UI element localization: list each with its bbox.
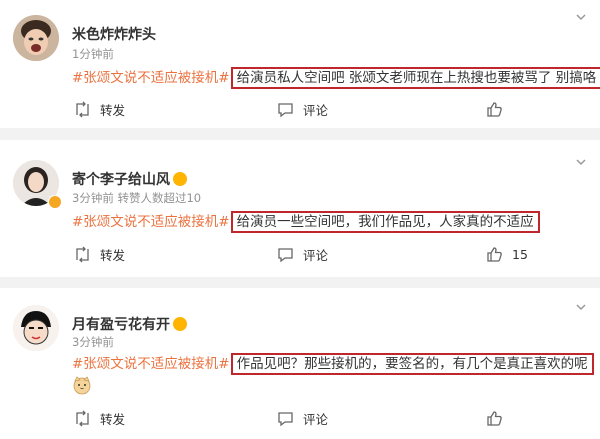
comment-label: 评论 [303, 247, 329, 263]
verified-badge-icon [48, 195, 62, 209]
hashtag-topic[interactable]: #张颂文说不适应被接机# [72, 70, 230, 86]
repost-label: 转发 [100, 411, 126, 427]
chevron-down-icon[interactable] [576, 157, 586, 167]
highlighted-comment-text: 给演员私人空间吧 张颂文老师现在上热搜也要被骂了 别搞咯 [230, 67, 600, 89]
username[interactable]: 寄个李子给山风 [72, 172, 170, 188]
avatar-image [13, 15, 59, 61]
comment-body: #张颂文说不适应被接机# 给演员私人空间吧 张颂文老师现在上热搜也要被骂了 别搞咯 [72, 66, 600, 89]
comment-body: #张颂文说不适应被接机# 给演员一些空间吧，我们作品见，人家真的不适应 [72, 210, 540, 233]
timestamp: 3分钟前 转赞人数超过10 [72, 191, 202, 205]
comment-button[interactable]: 评论 [277, 244, 328, 264]
comment-button[interactable]: 评论 [277, 99, 328, 119]
comment-card: 米色炸炸炸头 1分钟前 #张颂文说不适应被接机# 给演员私人空间吧 张颂文老师现在… [0, 0, 600, 128]
timestamp: 3分钟前 [72, 335, 114, 349]
comment-button[interactable]: 评论 [277, 408, 328, 428]
repost-button[interactable]: 转发 [74, 99, 125, 119]
avatar[interactable] [13, 15, 59, 61]
highlighted-comment-text: 作品见吧？那些接机的，要签名的，有几个是真正喜欢的呢 [230, 353, 594, 375]
like-count: 15 [512, 246, 528, 262]
like-button[interactable] [486, 408, 512, 428]
cat-emoji-icon [73, 376, 91, 395]
comment-label: 评论 [303, 411, 329, 427]
repost-label: 转发 [100, 102, 126, 118]
hashtag-topic[interactable]: #张颂文说不适应被接机# [72, 214, 230, 230]
highlighted-comment-text: 给演员一些空间吧，我们作品见，人家真的不适应 [230, 211, 540, 233]
thumbs-up-icon [487, 410, 502, 426]
membership-badge-icon [173, 317, 187, 331]
repost-icon [76, 410, 89, 426]
comment-icon [278, 411, 293, 426]
avatar-image [13, 305, 59, 351]
chevron-down-icon[interactable] [576, 302, 586, 312]
comment-icon [278, 247, 293, 262]
avatar[interactable] [13, 305, 59, 351]
weibo-comment-feed: { "comments": [ { "username": "米色炸炸炸头", … [0, 0, 600, 439]
timestamp: 1分钟前 [72, 47, 114, 61]
action-bar: 转发 评论 15 [0, 244, 600, 264]
hashtag-topic[interactable]: #张颂文说不适应被接机# [72, 356, 230, 372]
repost-button[interactable]: 转发 [74, 408, 125, 428]
repost-button[interactable]: 转发 [74, 244, 125, 264]
comment-card: 月有盈亏花有开 3分钟前 #张颂文说不适应被接机# 作品见吧？那些接机的，要签名的… [0, 288, 600, 439]
like-button[interactable] [486, 99, 512, 119]
comment-label: 评论 [303, 102, 329, 118]
repost-label: 转发 [100, 247, 126, 263]
comment-card: 寄个李子给山风 3分钟前 转赞人数超过10 #张颂文说不适应被接机# 给演员一些空… [0, 140, 600, 277]
comment-body: #张颂文说不适应被接机# 作品见吧？那些接机的，要签名的，有几个是真正喜欢的呢 [72, 352, 594, 375]
username[interactable]: 月有盈亏花有开 [72, 317, 170, 333]
repost-icon [76, 246, 89, 262]
membership-badge-icon [173, 172, 187, 186]
comment-icon [278, 102, 293, 117]
username-row: 寄个李子给山风 [72, 169, 187, 189]
username[interactable]: 米色炸炸炸头 [72, 24, 156, 44]
action-bar: 转发 评论 [0, 408, 600, 428]
chevron-down-icon[interactable] [576, 12, 586, 22]
repost-icon [76, 101, 89, 117]
thumbs-up-icon [487, 246, 502, 262]
username-row: 月有盈亏花有开 [72, 314, 187, 334]
like-button[interactable]: 15 [486, 244, 528, 264]
action-bar: 转发 评论 [0, 99, 600, 119]
thumbs-up-icon [487, 101, 502, 117]
